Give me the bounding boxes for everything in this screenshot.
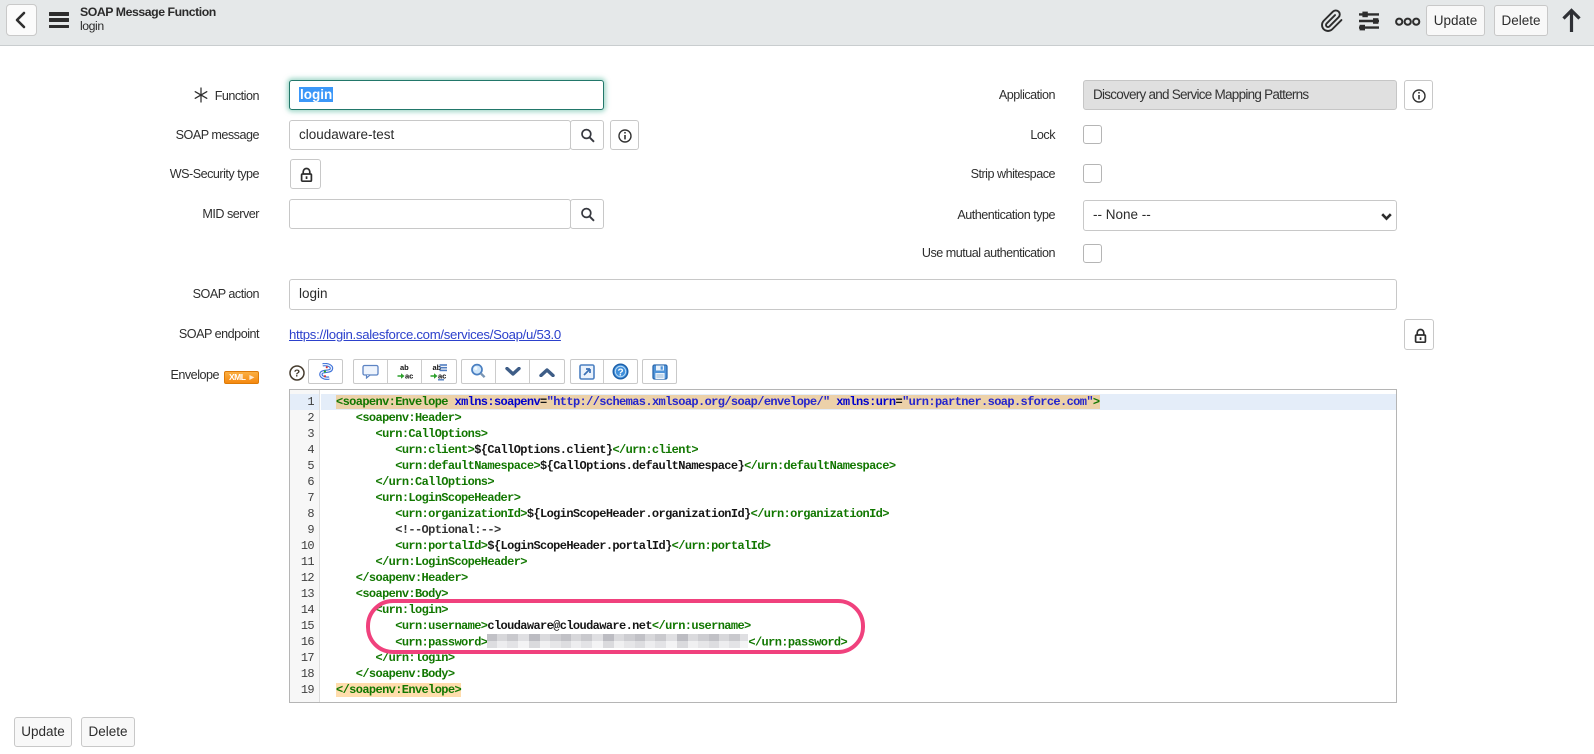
svg-text:?: ? xyxy=(617,367,623,378)
svg-text:ac: ac xyxy=(405,371,413,380)
svg-text:?: ? xyxy=(294,368,300,380)
